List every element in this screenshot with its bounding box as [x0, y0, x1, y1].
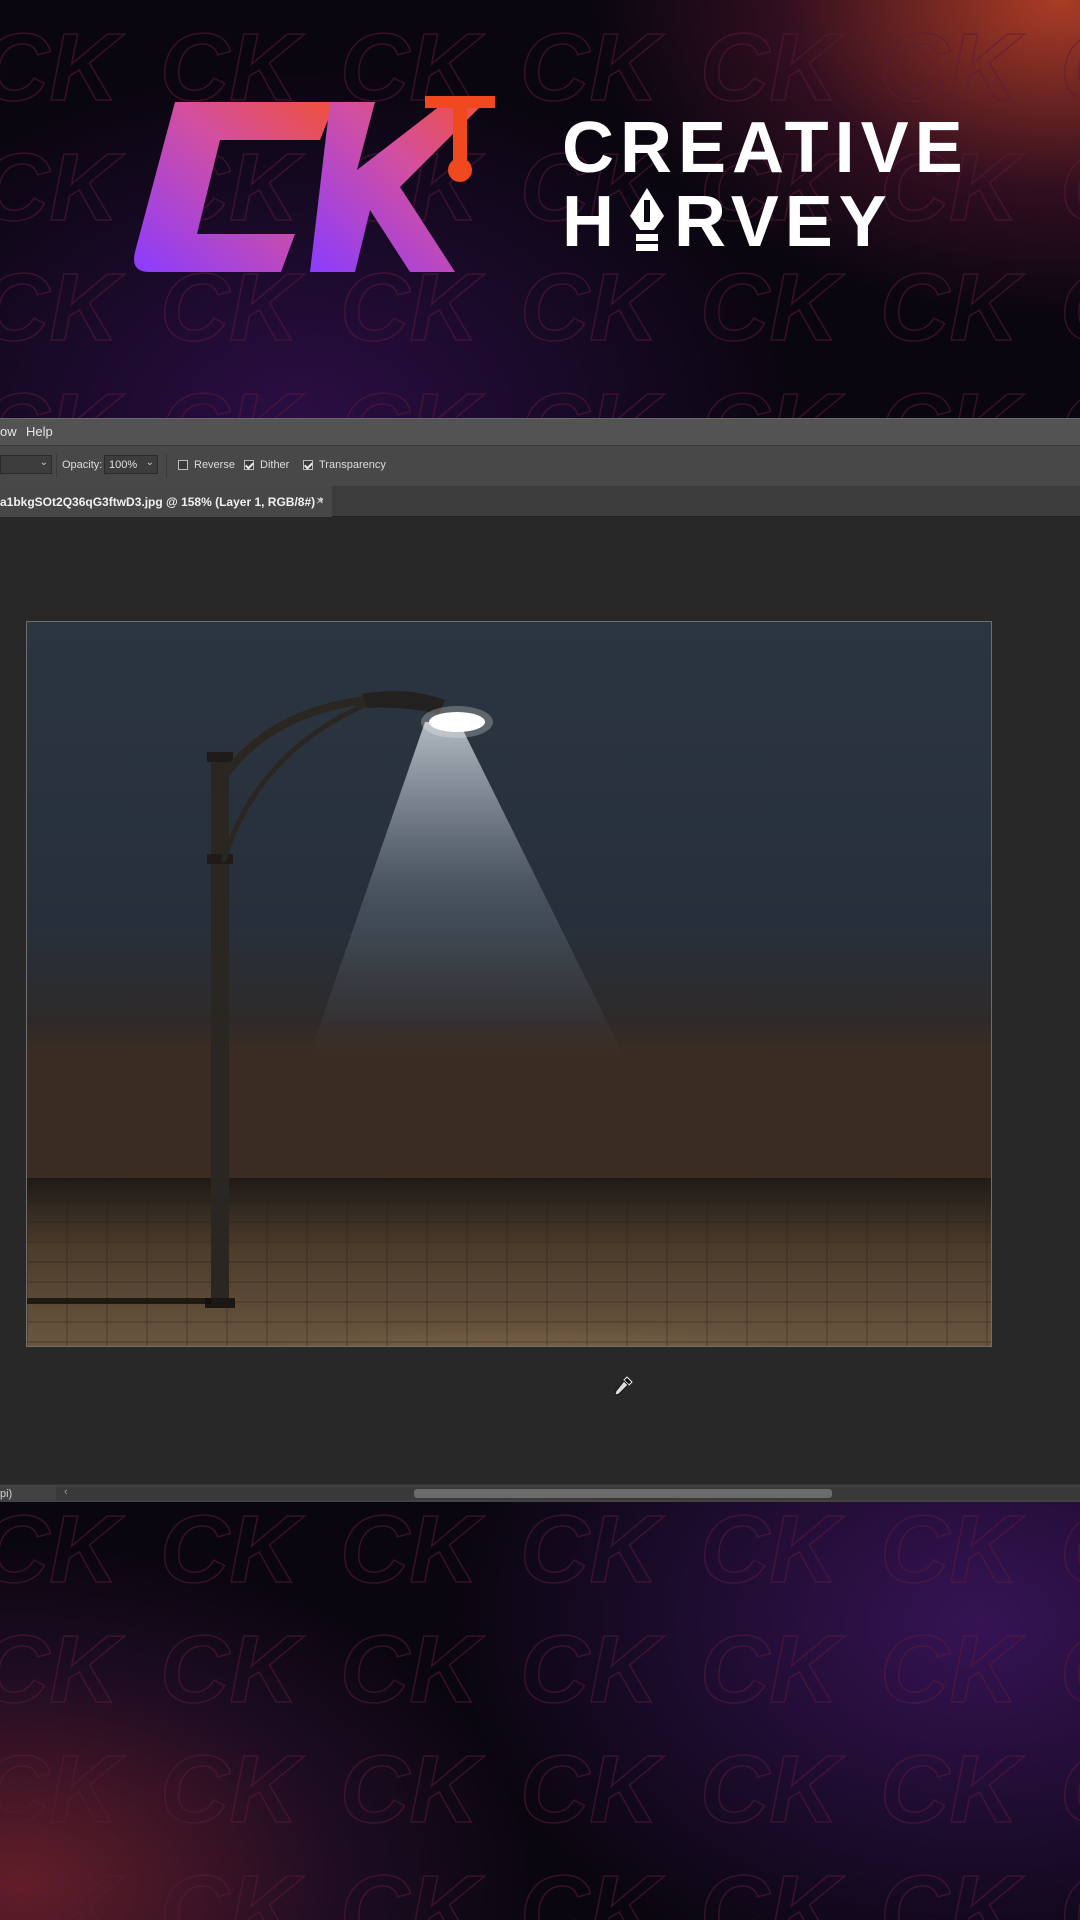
bottom-brand-banner: CK [0, 1502, 1080, 1920]
brand-word-harvey: H RVEY [562, 186, 893, 258]
brand-word-harvey-suffix: RVEY [674, 182, 893, 262]
dither-label: Dither [260, 459, 290, 471]
divider [166, 454, 167, 478]
reverse-label: Reverse [194, 459, 235, 471]
dither-checkbox[interactable] [244, 460, 254, 470]
opacity-label: Opacity: [62, 459, 103, 471]
brand-word-creative: CREATIVE [562, 108, 969, 188]
horizontal-scrollbar[interactable]: ‹ [56, 1486, 1080, 1500]
brand-word-harvey-prefix: H [562, 182, 620, 262]
top-brand-banner: CK CREATIVE H RVEY [0, 0, 1080, 418]
opacity-value: 100% [109, 459, 138, 471]
document-info-text: pi) [0, 1488, 13, 1500]
ck-logo-mark [134, 96, 495, 272]
document-tab-bar: a1bkgSOt2Q36qG3ftwD3.jpg @ 158% (Layer 1… [0, 486, 1080, 517]
document-tab[interactable]: a1bkgSOt2Q36qG3ftwD3.jpg @ 158% (Layer 1… [0, 486, 332, 517]
monogram-pattern-background: CK [0, 1502, 1080, 1920]
mode-dropdown[interactable]: ⌄ [0, 455, 52, 474]
divider [56, 454, 57, 478]
gradient-options-bar: ⌄ Opacity: 100% ⌄ Reverse Dither Transpa… [0, 445, 1080, 487]
chevron-down-icon[interactable]: ⌄ [146, 457, 154, 468]
transparency-checkbox[interactable] [303, 460, 313, 470]
canvas-area[interactable] [0, 517, 1080, 1484]
opacity-field[interactable]: 100% ⌄ [104, 455, 158, 474]
eyedropper-icon [614, 1376, 633, 1396]
close-icon[interactable]: × [316, 493, 324, 508]
scrollbar-thumb[interactable] [414, 1489, 832, 1498]
chevron-down-icon: ⌄ [39, 457, 48, 468]
street-lamp-photo[interactable] [26, 621, 992, 1347]
photoshop-window: ow Help ⌄ Opacity: 100% ⌄ Reverse Dither… [0, 418, 1080, 1503]
status-bar: pi) ‹ [0, 1484, 1080, 1503]
transparency-label: Transparency [319, 459, 386, 471]
menu-window[interactable]: ow [0, 424, 17, 439]
menu-bar: ow Help [0, 418, 1080, 445]
scroll-left-arrow[interactable]: ‹ [64, 1486, 68, 1498]
document-tab-title: a1bkgSOt2Q36qG3ftwD3.jpg @ 158% (Layer 1… [0, 495, 324, 509]
pen-nib-icon [630, 188, 664, 251]
menu-help[interactable]: Help [26, 424, 53, 439]
reverse-checkbox[interactable] [178, 460, 188, 470]
